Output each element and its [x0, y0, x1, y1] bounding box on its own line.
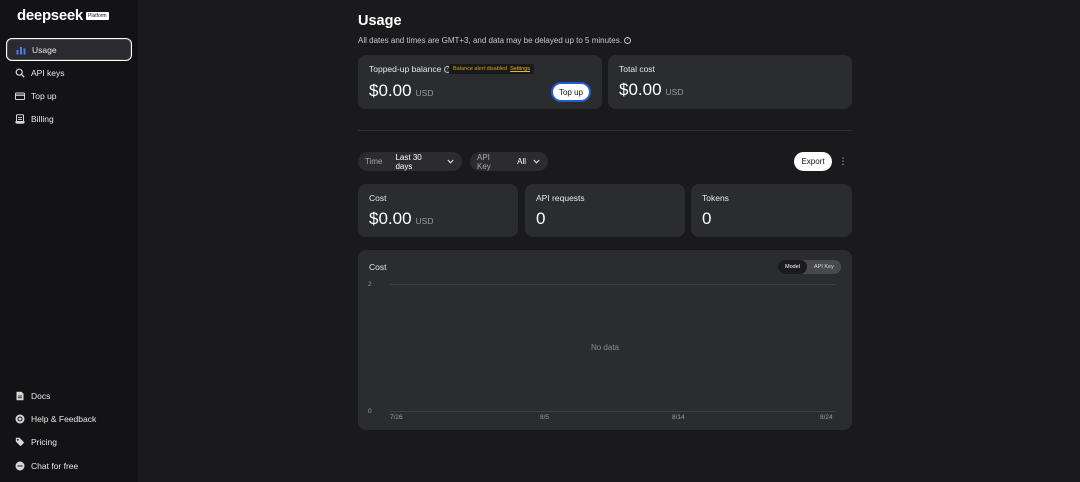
toggle-model[interactable]: Model [778, 260, 807, 274]
settings-link[interactable]: Settings [510, 66, 530, 72]
cost-chart-card: Cost Model API Key 2 0 No data 7/26 8/5 … [358, 250, 852, 430]
sidebar-item-label: Usage [32, 44, 57, 55]
time-filter-label: Time [365, 157, 383, 166]
sidebar-item-api-keys[interactable]: API keys [6, 61, 132, 84]
total-cost-unit: USD [665, 87, 684, 97]
sidebar-item-label: API keys [31, 67, 65, 78]
toggle-api-key[interactable]: API Key [807, 260, 841, 274]
subtitle-text: All dates and times are GMT+3, and data … [358, 36, 622, 45]
balance-label: Topped-up balance ? [369, 64, 452, 74]
sidebar-item-billing[interactable]: Billing [6, 107, 132, 130]
api-key-filter[interactable]: API Key All [470, 152, 548, 171]
platform-badge: Platform [85, 11, 109, 20]
sidebar-item-label: Top up [31, 90, 57, 101]
sidebar-item-label: Chat for free [31, 460, 79, 471]
cost-stat-label: Cost [369, 193, 387, 203]
time-filter[interactable]: Time Last 30 days [358, 152, 462, 171]
no-data-text: No data [590, 343, 620, 352]
grid-line-bottom [390, 411, 836, 412]
api-key-filter-value: All [517, 157, 526, 166]
balance-amount: $0.00 USD [369, 81, 434, 101]
sidebar-item-label: Docs [31, 390, 51, 401]
chevron-down-icon [447, 159, 454, 164]
card-icon [15, 91, 25, 101]
more-options-icon[interactable]: ⋮ [838, 152, 848, 171]
help-icon [15, 414, 25, 424]
sidebar-item-usage[interactable]: Usage [6, 38, 132, 61]
balance-value: $0.00 [369, 81, 412, 100]
tokens-card: Tokens 0 [691, 184, 852, 237]
sidebar-item-top-up[interactable]: Top up [6, 84, 132, 107]
sidebar-item-pricing[interactable]: Pricing [6, 430, 132, 453]
chat-icon [15, 461, 25, 471]
tokens-value: 0 [702, 209, 712, 228]
total-cost-value: $0.00 [619, 80, 662, 99]
api-requests-value: 0 [536, 209, 546, 228]
total-cost-card: Total cost $0.00 USD [608, 55, 852, 109]
logo[interactable]: deepseek Platform [17, 7, 109, 24]
x-tick-label: 8/5 [540, 414, 550, 421]
api-requests-card: API requests 0 [525, 184, 685, 237]
api-key-filter-label: API Key [477, 152, 491, 171]
sidebar-item-docs[interactable]: Docs [6, 384, 132, 407]
page-title: Usage [358, 13, 402, 29]
balance-card: Topped-up balance ? Balance alert disabl… [358, 55, 602, 109]
alert-text: Balance alert disabled [453, 66, 508, 72]
balance-unit: USD [415, 88, 434, 98]
chart-title: Cost [369, 262, 387, 272]
api-requests-label: API requests [536, 193, 585, 203]
y-tick-label: 2 [368, 281, 372, 288]
doc-icon [15, 391, 25, 401]
total-cost-amount: $0.00 USD [619, 80, 684, 100]
receipt-icon [15, 113, 25, 124]
tag-icon [15, 437, 25, 447]
main-content: Usage All dates and times are GMT+3, and… [138, 0, 1080, 482]
logo-text: deepseek [17, 7, 83, 24]
y-tick-label: 0 [368, 408, 372, 415]
search-icon [15, 68, 25, 78]
bar-chart-icon [16, 45, 26, 55]
time-filter-value: Last 30 days [395, 152, 422, 171]
grid-line-top [390, 284, 836, 285]
x-tick-label: 7/26 [390, 414, 403, 421]
cost-stat-unit: USD [415, 216, 434, 226]
sidebar-item-label: Pricing [31, 436, 57, 447]
x-tick-label: 8/14 [672, 414, 685, 421]
question-icon[interactable]: ? [623, 37, 631, 44]
total-cost-label: Total cost [619, 64, 655, 74]
cost-stat-value: $0.00 [369, 209, 412, 228]
sidebar: deepseek Platform Usage API keys Top up … [0, 0, 138, 482]
sidebar-item-chat[interactable]: Chat for free [6, 454, 132, 477]
export-button[interactable]: Export [794, 152, 832, 171]
x-tick-label: 8/24 [820, 414, 833, 421]
sidebar-item-help[interactable]: Help & Feedback [6, 407, 132, 430]
top-up-button[interactable]: Top up [551, 82, 591, 102]
balance-label-text: Topped-up balance [369, 64, 442, 74]
page-subtitle: All dates and times are GMT+3, and data … [358, 36, 631, 45]
sidebar-item-label: Billing [31, 113, 54, 124]
balance-alert-badge: Balance alert disabled Settings [449, 64, 534, 74]
chart-group-toggle: Model API Key [778, 260, 841, 274]
cost-stat-amount: $0.00 USD [369, 209, 434, 229]
chevron-down-icon [533, 159, 540, 164]
sidebar-item-label: Help & Feedback [31, 413, 97, 424]
tokens-label: Tokens [702, 193, 729, 203]
divider [358, 130, 852, 131]
cost-stat-card: Cost $0.00 USD [358, 184, 518, 237]
